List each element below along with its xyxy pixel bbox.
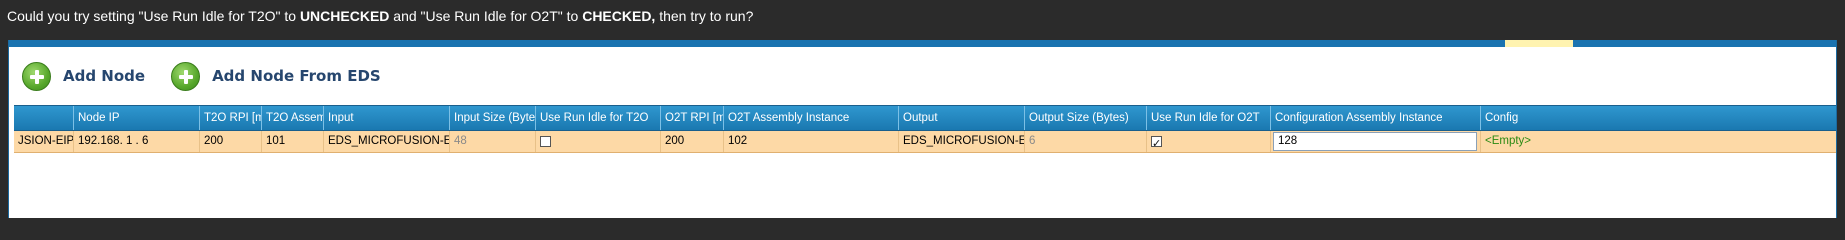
grid-header: Node IP T2O RPI [ms] T2O Assemb Input In… — [14, 105, 1836, 131]
cell-t2o-assembly[interactable]: 101 — [261, 131, 323, 152]
use-run-idle-o2t-checkbox[interactable] — [1151, 133, 1162, 152]
message-bold-unchecked: UNCHECKED — [299, 8, 390, 24]
message-bold-checked: CHECKED, — [582, 8, 656, 24]
column-header-t2o-rpi[interactable]: T2O RPI [ms] — [199, 106, 261, 130]
column-header-o2t-rpi[interactable]: O2T RPI [ms] — [660, 106, 723, 130]
message-text-1: Could you try setting "Use Run Idle for … — [7, 8, 300, 24]
cell-input-size: 48 — [449, 131, 535, 152]
cell-config-assembly[interactable]: 128 — [1270, 131, 1480, 152]
cell-o2t-rpi[interactable]: 200 — [660, 131, 723, 152]
column-header-o2t-assembly[interactable]: O2T Assembly Instance — [723, 106, 898, 130]
column-header-output-size[interactable]: Output Size (Bytes) — [1024, 106, 1146, 130]
column-header-use-run-idle-o2t[interactable]: Use Run Idle for O2T — [1146, 106, 1270, 130]
column-header-use-run-idle-t2o[interactable]: Use Run Idle for T2O — [535, 106, 660, 130]
cell-output[interactable]: EDS_MICROFUSION-EIP... — [898, 131, 1024, 152]
column-header-t2o-assembly[interactable]: T2O Assemb — [261, 106, 323, 130]
nodes-grid: Node IP T2O RPI [ms] T2O Assemb Input In… — [14, 105, 1836, 153]
column-header-input-size[interactable]: Input Size (Bytes) — [449, 106, 535, 130]
top-strip — [9, 40, 1836, 47]
add-node-eds-label: Add Node From EDS — [212, 67, 381, 85]
cell-input[interactable]: EDS_MICROFUSION-EIP... — [323, 131, 449, 152]
column-header-config[interactable]: Config — [1480, 106, 1836, 130]
add-node-label: Add Node — [63, 67, 146, 85]
highlight-tab — [1505, 40, 1573, 47]
use-run-idle-t2o-checkbox[interactable] — [540, 136, 551, 147]
config-assembly-input[interactable]: 128 — [1273, 132, 1477, 151]
add-node-button[interactable]: Add Node — [22, 61, 146, 91]
table-row[interactable]: JSION-EIP1 192.168. 1 . 6 200 101 EDS_MI… — [14, 131, 1836, 153]
cell-config[interactable]: <Empty> — [1480, 131, 1836, 152]
add-icon — [171, 61, 201, 91]
cell-node-ip[interactable]: 192.168. 1 . 6 — [73, 131, 199, 152]
cell-o2t-assembly[interactable]: 102 — [723, 131, 898, 152]
column-header-input[interactable]: Input — [323, 106, 449, 130]
cell-output-size: 6 — [1024, 131, 1146, 152]
chat-message: Could you try setting "Use Run Idle for … — [0, 0, 1845, 40]
cell-use-run-idle-o2t[interactable] — [1146, 131, 1270, 152]
message-text-3: then try to run? — [655, 8, 754, 24]
add-icon — [22, 61, 51, 91]
column-header-config-assembly[interactable]: Configuration Assembly Instance — [1270, 106, 1480, 130]
add-node-from-eds-button[interactable]: Add Node From EDS — [171, 61, 381, 91]
message-text-2: and "Use Run Idle for O2T" to — [389, 8, 583, 24]
cell-use-run-idle-t2o[interactable] — [535, 131, 660, 152]
cell-t2o-rpi[interactable]: 200 — [199, 131, 261, 152]
bottom-bar — [0, 218, 1845, 230]
toolbar: Add Node Add Node From EDS — [9, 47, 1836, 105]
column-header-node-ip[interactable]: Node IP — [73, 106, 199, 130]
column-header-name[interactable] — [14, 106, 73, 130]
node-config-window: Add Node Add Node From EDS Node IP T2O R… — [8, 40, 1837, 220]
cell-name[interactable]: JSION-EIP1 — [14, 131, 73, 152]
column-header-output[interactable]: Output — [898, 106, 1024, 130]
